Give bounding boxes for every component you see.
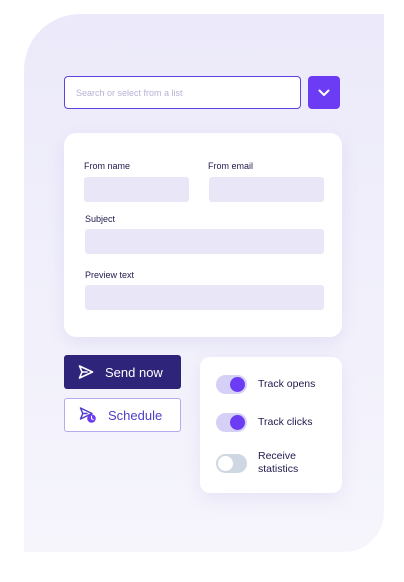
track-clicks-label: Track clicks — [258, 416, 313, 428]
scheduled-send-icon — [79, 406, 97, 424]
message-form-card: From name From email Subject Preview tex… — [64, 133, 342, 337]
search-input[interactable] — [65, 77, 300, 108]
track-opens-row: Track opens — [216, 375, 315, 394]
schedule-button[interactable]: Schedule — [64, 398, 181, 432]
dropdown-button[interactable] — [308, 76, 340, 109]
preview-text-field[interactable] — [85, 285, 324, 310]
subject-label: Subject — [85, 214, 116, 224]
toggle-knob — [230, 415, 245, 430]
track-opens-toggle[interactable] — [216, 375, 247, 394]
tracking-options-card: Track opens Track clicks Receive statist… — [200, 357, 342, 493]
from-name-field[interactable] — [84, 177, 189, 202]
track-clicks-row: Track clicks — [216, 413, 312, 432]
from-name-label: From name — [84, 161, 131, 171]
preview-text-label: Preview text — [85, 270, 135, 280]
receive-statistics-row: Receive statistics — [216, 450, 318, 476]
chevron-down-icon — [318, 89, 330, 96]
toggle-knob — [218, 455, 233, 471]
from-email-label: From email — [208, 161, 254, 171]
receive-statistics-toggle[interactable] — [216, 453, 247, 473]
toggle-knob — [230, 377, 245, 392]
track-opens-label: Track opens — [258, 378, 316, 390]
receive-statistics-label: Receive statistics — [258, 450, 299, 475]
track-clicks-toggle[interactable] — [216, 413, 247, 432]
schedule-label: Schedule — [108, 407, 163, 423]
send-now-label: Send now — [105, 364, 163, 380]
paper-plane-icon — [78, 364, 94, 380]
search-field[interactable] — [64, 76, 301, 109]
subject-field[interactable] — [85, 229, 324, 254]
from-email-field[interactable] — [209, 177, 324, 202]
send-now-button[interactable]: Send now — [64, 355, 181, 389]
